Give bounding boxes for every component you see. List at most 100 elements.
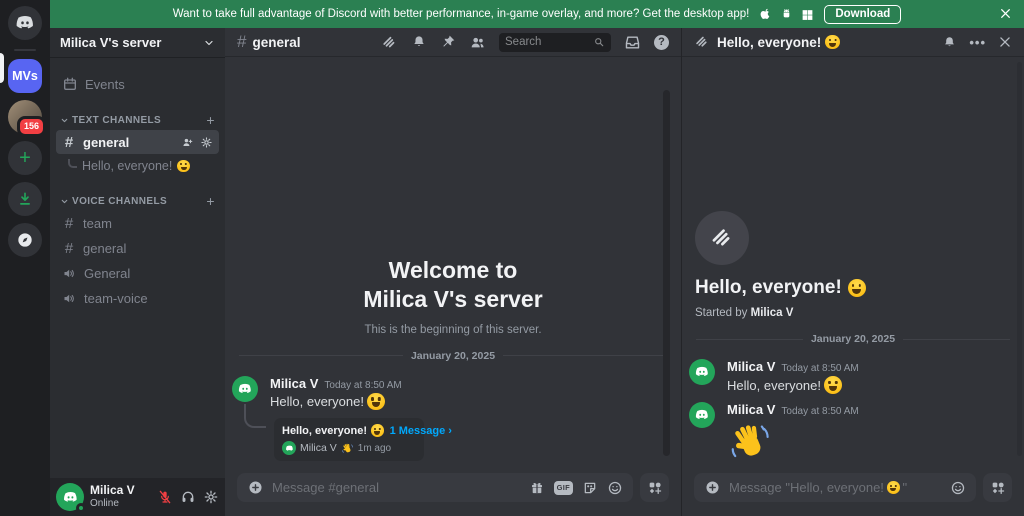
emoji-picker-button[interactable] xyxy=(950,480,966,496)
pinned-messages-button[interactable] xyxy=(440,34,456,50)
channel-row-general-2[interactable]: # general xyxy=(56,236,219,260)
message-avatar[interactable] xyxy=(689,402,715,428)
voice-channel-row-general[interactable]: General xyxy=(56,261,219,285)
thread-more-button[interactable]: ••• xyxy=(969,35,986,50)
search-input[interactable]: Search xyxy=(499,32,611,52)
date-divider: January 20, 2025 xyxy=(239,350,667,362)
channel-row-team[interactable]: # team xyxy=(56,211,219,235)
server-header-dropdown[interactable]: Milica V's server xyxy=(50,28,225,58)
gear-icon xyxy=(204,490,218,504)
thread-reply-time: 1m ago xyxy=(357,442,392,454)
message-timestamp: Today at 8:50 AM xyxy=(781,363,859,375)
rail-divider xyxy=(14,49,36,51)
download-button[interactable]: Download xyxy=(824,4,902,24)
create-channel-button[interactable]: + xyxy=(206,112,215,128)
gear-icon[interactable] xyxy=(200,136,213,149)
home-button[interactable] xyxy=(8,6,42,40)
thread-spine xyxy=(244,403,266,428)
help-button[interactable]: ? xyxy=(654,34,669,50)
message-text: Hello, everyone! xyxy=(270,392,402,411)
thread-header-title: Hello, everyone! xyxy=(717,34,822,50)
pin-icon xyxy=(443,35,455,47)
attach-plus-icon[interactable] xyxy=(247,479,264,496)
composer-placeholder: Message #general xyxy=(272,480,379,495)
thread-notifications-button[interactable] xyxy=(942,35,957,50)
events-label: Events xyxy=(85,76,125,92)
banner-close-button[interactable] xyxy=(999,7,1012,20)
threads-button[interactable] xyxy=(381,34,398,51)
gift-button[interactable] xyxy=(529,480,545,496)
thread-scrollbar[interactable] xyxy=(1017,62,1022,456)
microphone-muted-icon xyxy=(159,490,171,504)
message-avatar[interactable] xyxy=(689,359,715,386)
windows-icon xyxy=(802,9,813,20)
online-status-indicator xyxy=(76,503,86,513)
deafen-button[interactable] xyxy=(180,489,196,505)
member-list-button[interactable] xyxy=(469,34,486,51)
message-composer[interactable]: Message #general GIF xyxy=(237,473,633,502)
sticker-picker-button[interactable] xyxy=(582,480,598,496)
thread-composer[interactable]: Message "Hello, everyone! " xyxy=(694,473,976,502)
explore-servers-button[interactable] xyxy=(8,223,42,257)
thread-big-icon xyxy=(695,211,749,266)
message-avatar[interactable] xyxy=(232,375,258,402)
chevron-down-icon xyxy=(61,199,68,203)
inbox-button[interactable] xyxy=(624,34,641,51)
search-placeholder: Search xyxy=(505,36,542,48)
threads-icon xyxy=(694,34,710,50)
thread-preview-card[interactable]: Hello, everyone! 1 Message › Milica V 1m… xyxy=(274,418,452,461)
channel-title: general xyxy=(252,34,301,50)
mute-microphone-button[interactable] xyxy=(157,489,173,505)
thread-close-button[interactable] xyxy=(998,35,1012,49)
message-list: Welcome to Milica V's server This is the… xyxy=(225,57,681,469)
voice-channel-row-team-voice[interactable]: team-voice xyxy=(56,286,219,310)
banner-message: Want to take full advantage of Discord w… xyxy=(172,8,750,20)
notifications-button[interactable] xyxy=(411,34,427,50)
speaker-icon xyxy=(64,294,74,302)
chat-scrollbar[interactable] xyxy=(663,90,670,456)
message-author[interactable]: Milica V xyxy=(727,359,775,374)
thread-branch-icon xyxy=(68,158,77,168)
events-row[interactable]: Events xyxy=(56,72,219,96)
dm-avatar-button[interactable]: 156 xyxy=(8,100,46,137)
user-avatar[interactable] xyxy=(56,483,86,513)
apps-button[interactable] xyxy=(640,473,669,502)
channel-name: general xyxy=(83,240,127,256)
gif-picker-button[interactable]: GIF xyxy=(553,480,573,495)
attach-plus-icon[interactable] xyxy=(704,479,721,496)
discord-app: MVs 156 + Want to take full advantage of… xyxy=(0,0,1024,516)
message-author[interactable]: Milica V xyxy=(727,402,775,417)
username: Milica V xyxy=(90,483,135,498)
emoji-picker-button[interactable] xyxy=(607,480,623,496)
add-server-button[interactable]: + xyxy=(8,141,42,175)
thread-message-1: Milica V Today at 8:50 AM Hello, everyon… xyxy=(682,351,1024,394)
user-settings-button[interactable] xyxy=(203,489,219,505)
server-button-mvs[interactable]: MVs xyxy=(8,59,42,93)
download-apps-button[interactable] xyxy=(8,182,42,216)
active-server-indicator xyxy=(0,53,4,83)
mention-count-badge: 156 xyxy=(16,116,46,137)
welcome-title: Welcome to Milica V's server xyxy=(363,257,543,312)
channel-name: team-voice xyxy=(84,290,148,306)
create-voice-channel-button[interactable]: + xyxy=(206,193,215,209)
invite-people-icon[interactable] xyxy=(181,136,194,149)
gift-icon xyxy=(531,482,542,493)
calendar-icon xyxy=(64,77,76,90)
thread-header: Hello, everyone! ••• xyxy=(682,28,1024,57)
chat-header: # general Search ? xyxy=(225,28,681,57)
user-info[interactable]: Milica V Online xyxy=(90,483,135,510)
thread-panel: Hello, everyone! ••• Hello, everyone! St… xyxy=(681,28,1024,516)
thread-message-count-link[interactable]: 1 Message › xyxy=(390,425,452,437)
apps-button[interactable] xyxy=(983,473,1012,502)
text-channels-category[interactable]: TEXT CHANNELS + xyxy=(56,112,219,128)
grinning-emoji xyxy=(847,279,866,298)
message-author[interactable]: Milica V xyxy=(270,376,318,391)
hash-icon: # xyxy=(237,32,247,51)
voice-channels-category[interactable]: VOICE CHANNELS + xyxy=(56,193,219,209)
thread-title: Hello, everyone! xyxy=(695,277,1024,299)
thread-row-hello-everyone[interactable]: Hello, everyone! xyxy=(64,155,219,177)
channel-row-general[interactable]: # general xyxy=(56,130,219,154)
server-initials: MVs xyxy=(12,69,38,83)
discord-logo-icon xyxy=(695,367,708,377)
discord-logo-icon xyxy=(285,445,293,451)
